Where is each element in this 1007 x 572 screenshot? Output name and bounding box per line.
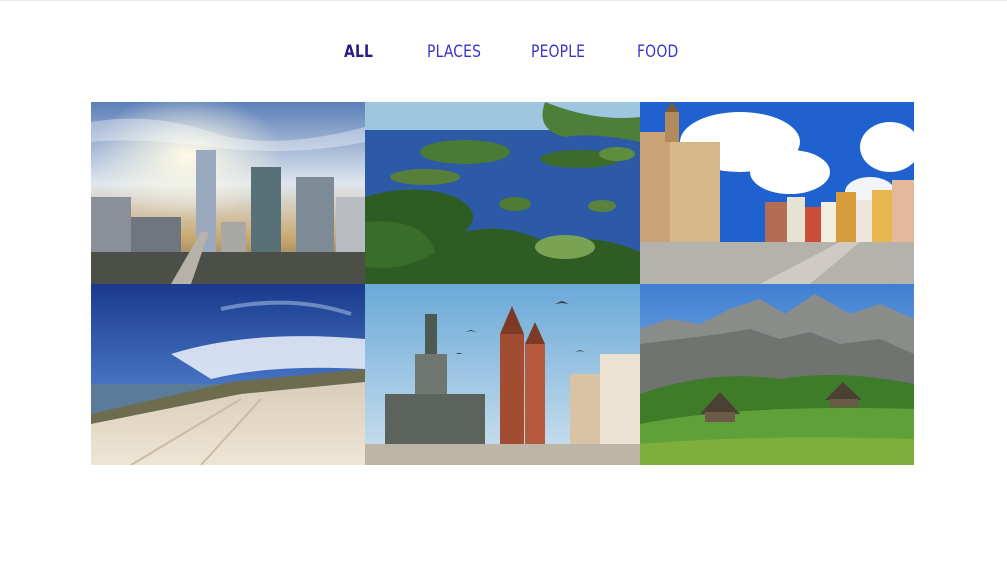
wroclaw-market-square-photo[interactable] xyxy=(640,102,914,284)
tatra-mountains-huts-photo[interactable] xyxy=(640,284,914,465)
filter-food[interactable]: FOOD xyxy=(637,42,678,62)
warsaw-skyline-image xyxy=(91,102,365,284)
filter-people[interactable]: PEOPLE xyxy=(531,42,585,62)
top-divider xyxy=(0,0,1007,1)
photo-gallery-grid xyxy=(91,102,914,465)
masurian-lakes-aerial-photo[interactable] xyxy=(365,102,640,284)
baltic-beach-photo[interactable] xyxy=(91,284,365,465)
warsaw-skyline-photo[interactable] xyxy=(91,102,365,284)
tatra-mountains-image xyxy=(640,284,914,465)
baltic-beach-image xyxy=(91,284,365,465)
krakow-main-square-image xyxy=(365,284,640,465)
masurian-lakes-image xyxy=(365,102,640,284)
filter-places[interactable]: PLACES xyxy=(427,42,481,62)
wroclaw-market-square-image xyxy=(640,102,914,284)
krakow-main-square-photo[interactable] xyxy=(365,284,640,465)
filter-all[interactable]: ALL xyxy=(344,42,373,62)
